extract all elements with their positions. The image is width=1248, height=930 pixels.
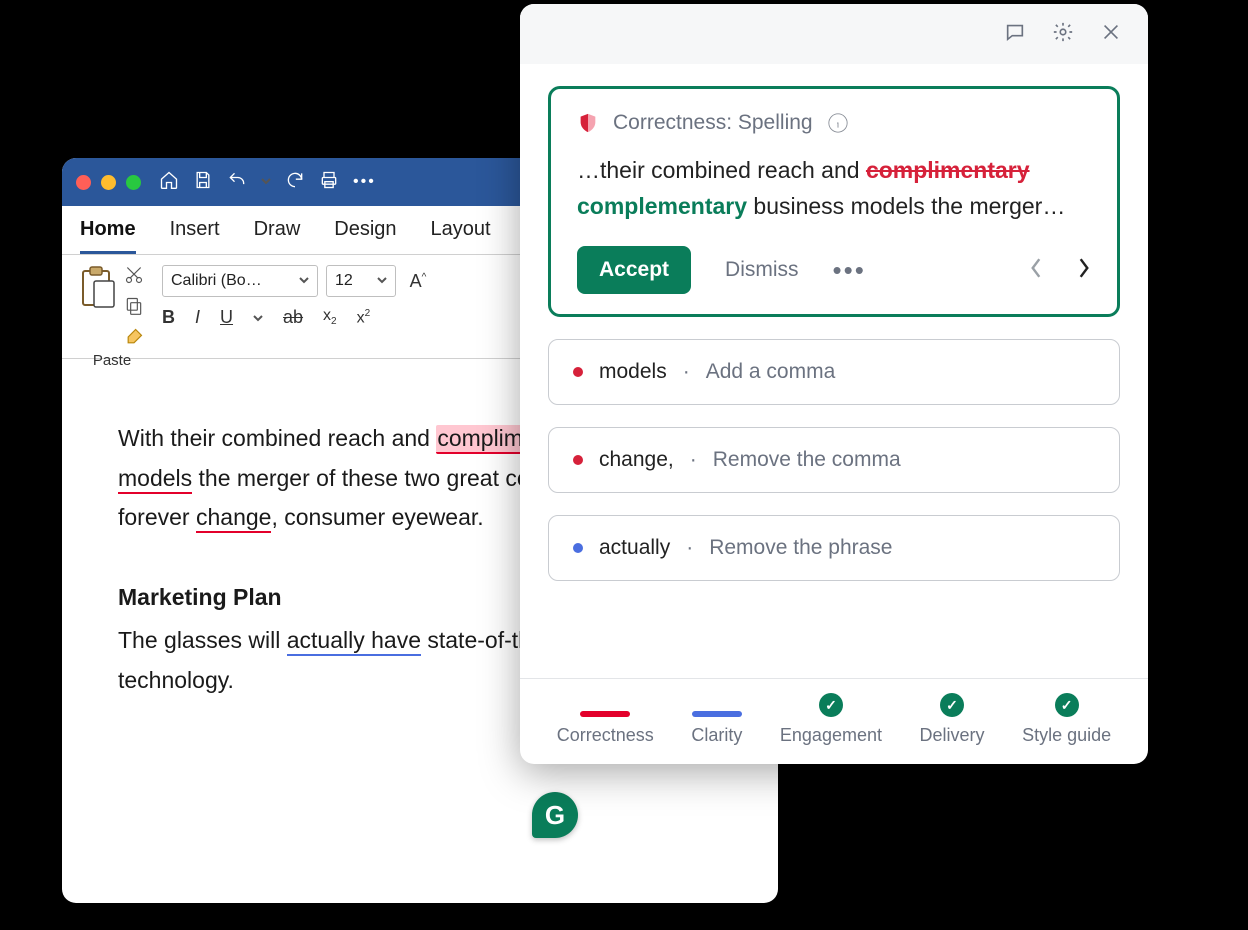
font-size-value: 12: [335, 272, 353, 290]
cat-style-guide[interactable]: ✓ Style guide: [1022, 693, 1111, 746]
underline-button[interactable]: U: [220, 307, 233, 328]
close-icon[interactable]: [1100, 21, 1122, 48]
quick-access-toolbar: •••: [159, 170, 376, 195]
flagged-word-models[interactable]: models: [118, 465, 192, 494]
traffic-lights: [76, 175, 141, 190]
mini-hint: Remove the phrase: [709, 536, 892, 560]
info-icon[interactable]: [827, 112, 849, 134]
check-icon: ✓: [940, 693, 964, 717]
separator: ·: [690, 448, 697, 472]
tab-layout[interactable]: Layout: [431, 214, 491, 254]
chevron-down-icon: [299, 272, 309, 290]
mini-word: change,: [599, 448, 674, 472]
redo-icon[interactable]: [285, 170, 305, 195]
gear-icon[interactable]: [1052, 21, 1074, 48]
suggestion-card-mini[interactable]: change, · Remove the comma: [548, 427, 1120, 493]
check-icon: ✓: [819, 693, 843, 717]
cat-clarity[interactable]: Clarity: [691, 711, 742, 746]
overflow-icon[interactable]: •••: [353, 173, 376, 191]
font-name-combo[interactable]: Calibri (Bo…: [162, 265, 318, 297]
paste-group: Paste: [80, 265, 144, 369]
font-name-value: Calibri (Bo…: [171, 272, 262, 290]
text: …their combined reach and: [577, 157, 866, 183]
underline-dropdown-icon[interactable]: [253, 307, 263, 328]
grammarly-floating-icon[interactable]: G: [532, 792, 578, 838]
italic-button[interactable]: I: [195, 307, 200, 328]
mini-word: models: [599, 360, 667, 384]
undo-icon[interactable]: [227, 170, 247, 195]
text: business models the merger…: [753, 193, 1065, 219]
cat-delivery[interactable]: ✓ Delivery: [920, 693, 985, 746]
text: , consumer eyewear.: [271, 504, 483, 530]
panel-footer: Correctness Clarity ✓ Engagement ✓ Deliv…: [520, 678, 1148, 764]
maximize-window-dot[interactable]: [126, 175, 141, 190]
strikethrough-button[interactable]: ab: [283, 307, 303, 328]
feedback-icon[interactable]: [1004, 21, 1026, 48]
cat-label: Style guide: [1022, 725, 1111, 746]
suggestion-card-mini[interactable]: models · Add a comma: [548, 339, 1120, 405]
next-suggestion-icon[interactable]: [1077, 257, 1091, 284]
check-icon: ✓: [1055, 693, 1079, 717]
font-size-combo[interactable]: 12: [326, 265, 396, 297]
incorrect-word: complimentary: [866, 157, 1030, 183]
dot-icon: [573, 543, 583, 553]
accept-button[interactable]: Accept: [577, 246, 691, 294]
cat-label: Correctness: [557, 725, 654, 746]
prev-suggestion-icon[interactable]: [1029, 257, 1043, 284]
chevron-down-icon: [377, 272, 387, 290]
save-icon[interactable]: [193, 170, 213, 195]
suggestion-card-mini[interactable]: actually · Remove the phrase: [548, 515, 1120, 581]
panel-topbar: [520, 4, 1148, 64]
mini-hint: Remove the comma: [713, 448, 901, 472]
suggestion-actions: Accept Dismiss •••: [577, 246, 1091, 294]
status-bar-red: [580, 711, 630, 717]
subscript-button[interactable]: x2: [323, 307, 337, 327]
more-options-icon[interactable]: •••: [833, 255, 866, 286]
minimize-window-dot[interactable]: [101, 175, 116, 190]
mini-word: actually: [599, 536, 670, 560]
cat-correctness[interactable]: Correctness: [557, 711, 654, 746]
grammarly-panel: Correctness: Spelling …their combined re…: [520, 4, 1148, 764]
cat-label: Clarity: [691, 725, 742, 746]
cat-engagement[interactable]: ✓ Engagement: [780, 693, 882, 746]
tab-draw[interactable]: Draw: [254, 214, 301, 254]
status-bar-blue: [692, 711, 742, 717]
dot-icon: [573, 455, 583, 465]
separator: ·: [686, 536, 693, 560]
tab-insert[interactable]: Insert: [170, 214, 220, 254]
clipboard-icon[interactable]: [80, 265, 116, 309]
dismiss-button[interactable]: Dismiss: [719, 257, 805, 283]
cut-icon[interactable]: [124, 265, 144, 290]
cat-label: Delivery: [920, 725, 985, 746]
format-painter-icon[interactable]: [124, 327, 144, 352]
grow-font-button[interactable]: A^: [404, 271, 432, 292]
tab-design[interactable]: Design: [334, 214, 396, 254]
flagged-phrase-actually-have[interactable]: actually have: [287, 627, 421, 656]
text: The glasses will: [118, 627, 287, 653]
separator: ·: [683, 360, 690, 384]
shield-icon: [577, 112, 599, 134]
bold-button[interactable]: B: [162, 307, 175, 328]
cat-label: Engagement: [780, 725, 882, 746]
suggestion-text: …their combined reach and complimentary …: [577, 153, 1091, 224]
home-icon[interactable]: [159, 170, 179, 195]
category-label: Correctness: Spelling: [613, 111, 813, 135]
superscript-button[interactable]: x2: [357, 308, 371, 327]
tab-home[interactable]: Home: [80, 214, 136, 254]
flagged-word-change[interactable]: change: [196, 504, 271, 533]
undo-dropdown-icon[interactable]: [261, 173, 271, 191]
suggestion-category: Correctness: Spelling: [577, 111, 1091, 135]
print-icon[interactable]: [319, 170, 339, 195]
mini-hint: Add a comma: [706, 360, 836, 384]
copy-icon[interactable]: [124, 296, 144, 321]
suggestion-card-active: Correctness: Spelling …their combined re…: [548, 86, 1120, 317]
close-window-dot[interactable]: [76, 175, 91, 190]
text: With their combined reach and: [118, 425, 436, 451]
dot-icon: [573, 367, 583, 377]
replacement-word: complementary: [577, 193, 747, 219]
